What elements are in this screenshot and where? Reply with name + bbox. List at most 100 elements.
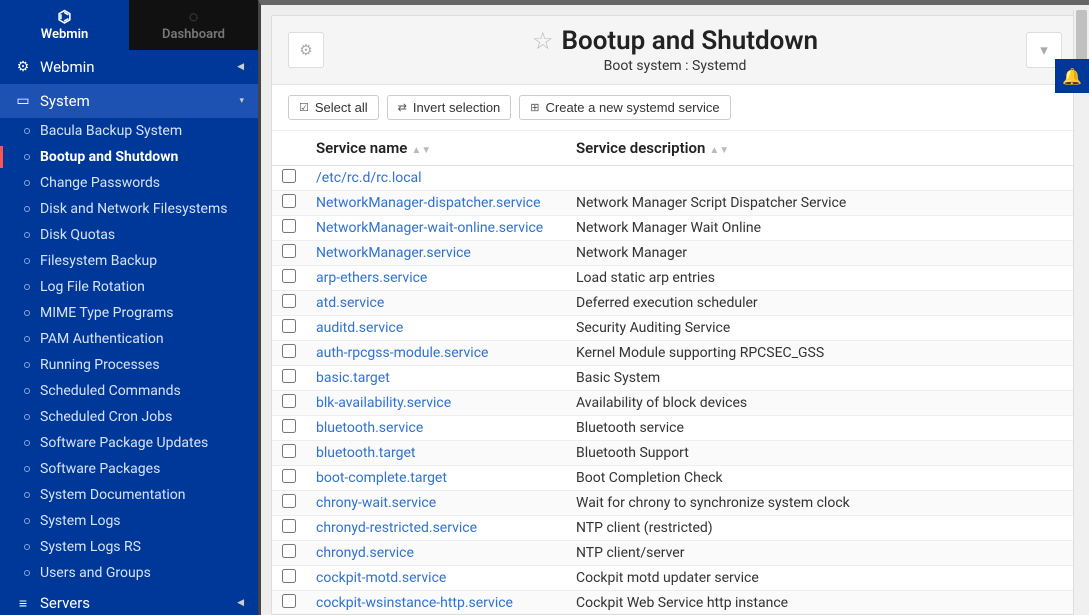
sidebar-item[interactable]: Disk and Network Filesystems: [0, 196, 258, 222]
sidebar-item[interactable]: Scheduled Commands: [0, 378, 258, 404]
dot-icon: [24, 206, 30, 212]
row-checkbox[interactable]: [282, 569, 296, 583]
sidebar-item[interactable]: System Logs: [0, 508, 258, 534]
tab-dashboard[interactable]: ◌ Dashboard: [129, 0, 258, 50]
invert-icon: ⇄: [398, 101, 407, 114]
service-link[interactable]: atd.service: [316, 295, 384, 311]
sidebar-item[interactable]: System Logs RS: [0, 534, 258, 560]
row-checkbox[interactable]: [282, 594, 296, 608]
settings-button[interactable]: ⚙: [288, 32, 324, 68]
sidebar-item-label: System Documentation: [40, 487, 185, 503]
row-checkbox[interactable]: [282, 444, 296, 458]
service-link[interactable]: bluetooth.target: [316, 445, 415, 461]
service-link[interactable]: blk-availability.service: [316, 395, 451, 411]
service-link[interactable]: chrony-wait.service: [316, 495, 436, 511]
create-service-button[interactable]: ⊞Create a new systemd service: [519, 95, 730, 120]
tab-dashboard-label: Dashboard: [162, 27, 225, 42]
star-icon[interactable]: ☆: [532, 27, 554, 55]
table-row: chrony-wait.serviceWait for chrony to sy…: [272, 491, 1078, 516]
row-checkbox[interactable]: [282, 344, 296, 358]
service-link[interactable]: /etc/rc.d/rc.local: [316, 170, 422, 186]
table-row: boot-complete.targetBoot Completion Chec…: [272, 466, 1078, 491]
chevron-down-icon: ▾: [239, 96, 244, 106]
webmin-icon: ⌬: [58, 9, 72, 25]
col-label: Service name: [316, 139, 407, 157]
sidebar-item[interactable]: Running Processes: [0, 352, 258, 378]
service-link[interactable]: basic.target: [316, 370, 390, 386]
row-checkbox[interactable]: [282, 469, 296, 483]
nav-section-webmin[interactable]: ⚙ Webmin ◀: [0, 50, 258, 84]
service-link[interactable]: chronyd.service: [316, 545, 414, 561]
notifications-button[interactable]: 🔔: [1055, 59, 1089, 93]
sidebar-tabs: ⌬ Webmin ◌ Dashboard: [0, 0, 258, 50]
page-subtitle: Boot system : Systemd: [324, 58, 1026, 74]
nav-section-servers[interactable]: ≡ Servers ◀: [0, 586, 258, 615]
sidebar-item[interactable]: Bootup and Shutdown: [0, 144, 258, 170]
nav-section-label: Servers: [40, 594, 237, 612]
sidebar-item[interactable]: Scheduled Cron Jobs: [0, 404, 258, 430]
button-label: Select all: [315, 100, 368, 115]
sidebar-item[interactable]: Log File Rotation: [0, 274, 258, 300]
row-checkbox[interactable]: [282, 319, 296, 333]
sidebar-item[interactable]: Users and Groups: [0, 560, 258, 586]
table-row: bluetooth.targetBluetooth Support: [272, 441, 1078, 466]
sidebar-item[interactable]: Disk Quotas: [0, 222, 258, 248]
bell-icon: 🔔: [1062, 67, 1082, 86]
row-checkbox[interactable]: [282, 394, 296, 408]
sort-icon: ▲▼: [411, 145, 431, 156]
service-link[interactable]: NetworkManager-dispatcher.service: [316, 195, 541, 211]
main-panel: ⚙ ☆ Bootup and Shutdown Boot system : Sy…: [271, 15, 1079, 615]
service-link[interactable]: auditd.service: [316, 320, 403, 336]
service-link[interactable]: boot-complete.target: [316, 470, 447, 486]
sidebar-item-label: Software Packages: [40, 461, 160, 477]
sidebar-item[interactable]: System Documentation: [0, 482, 258, 508]
col-service-desc[interactable]: Service description▲▼: [566, 131, 1078, 166]
row-checkbox[interactable]: [282, 369, 296, 383]
row-checkbox[interactable]: [282, 494, 296, 508]
sidebar-item-label: PAM Authentication: [40, 331, 164, 347]
service-link[interactable]: bluetooth.service: [316, 420, 423, 436]
invert-selection-button[interactable]: ⇄Invert selection: [387, 95, 512, 120]
row-checkbox[interactable]: [282, 244, 296, 258]
row-checkbox[interactable]: [282, 269, 296, 283]
sidebar-item-label: Bootup and Shutdown: [40, 149, 178, 165]
row-checkbox[interactable]: [282, 419, 296, 433]
col-service-name[interactable]: Service name ▲▼: [306, 131, 566, 166]
row-checkbox[interactable]: [282, 294, 296, 308]
service-link[interactable]: arp-ethers.service: [316, 270, 427, 286]
server-icon: ≡: [14, 595, 32, 612]
row-checkbox[interactable]: [282, 169, 296, 183]
sidebar-item[interactable]: MIME Type Programs: [0, 300, 258, 326]
sidebar-item[interactable]: Bacula Backup System: [0, 118, 258, 144]
tab-webmin[interactable]: ⌬ Webmin: [0, 0, 129, 50]
check-icon: ☑: [299, 101, 309, 114]
dot-icon: [24, 362, 30, 368]
table-row: chronyd.serviceNTP client/server: [272, 541, 1078, 566]
service-link[interactable]: NetworkManager-wait-online.service: [316, 220, 543, 236]
service-link[interactable]: cockpit-wsinstance-http.service: [316, 595, 513, 611]
table-wrap[interactable]: Service name ▲▼ Service description▲▼ /et…: [272, 131, 1078, 614]
scrollbar[interactable]: [1073, 10, 1089, 615]
sidebar-item[interactable]: Filesystem Backup: [0, 248, 258, 274]
sidebar-item[interactable]: Software Packages: [0, 456, 258, 482]
table-row: cockpit-motd.serviceCockpit motd updater…: [272, 566, 1078, 591]
service-link[interactable]: chronyd-restricted.service: [316, 520, 477, 536]
service-description: Deferred execution scheduler: [566, 291, 1078, 316]
dashboard-icon: ◌: [189, 9, 199, 25]
service-link[interactable]: NetworkManager.service: [316, 245, 471, 261]
sidebar-item[interactable]: Change Passwords: [0, 170, 258, 196]
nav-section-system[interactable]: ▭ System ▾: [0, 84, 258, 118]
table-row: NetworkManager-wait-online.serviceNetwor…: [272, 216, 1078, 241]
row-checkbox[interactable]: [282, 544, 296, 558]
select-all-button[interactable]: ☑ Select all: [288, 95, 379, 120]
table-row: atd.service Deferred execution scheduler: [272, 291, 1078, 316]
sidebar-item[interactable]: PAM Authentication: [0, 326, 258, 352]
sidebar: ⌬ Webmin ◌ Dashboard ⚙ Webmin ◀ ▭ System…: [0, 0, 258, 615]
sidebar-item[interactable]: Software Package Updates: [0, 430, 258, 456]
row-checkbox[interactable]: [282, 194, 296, 208]
service-link[interactable]: cockpit-motd.service: [316, 570, 446, 586]
table-row: /etc/rc.d/rc.local: [272, 166, 1078, 191]
row-checkbox[interactable]: [282, 219, 296, 233]
service-link[interactable]: auth-rpcgss-module.service: [316, 345, 488, 361]
row-checkbox[interactable]: [282, 519, 296, 533]
